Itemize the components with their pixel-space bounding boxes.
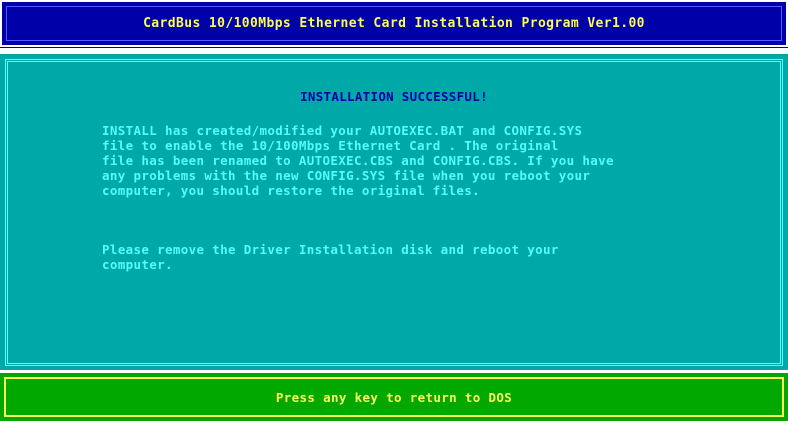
message-panel: INSTALLATION SUCCESSFUL! INSTALL has cre… xyxy=(0,54,788,370)
status-bar[interactable]: Press any key to return to DOS xyxy=(0,373,788,421)
program-title: CardBus 10/100Mbps Ethernet Card Install… xyxy=(143,16,645,31)
reboot-instruction-text: Please remove the Driver Installation di… xyxy=(102,242,559,272)
title-bar: CardBus 10/100Mbps Ethernet Card Install… xyxy=(0,0,788,48)
install-details-text: INSTALL has created/modified your AUTOEX… xyxy=(102,123,614,198)
success-heading: INSTALLATION SUCCESSFUL! xyxy=(300,89,488,104)
message-panel-frame xyxy=(5,59,783,366)
return-to-dos-prompt[interactable]: Press any key to return to DOS xyxy=(0,373,788,421)
